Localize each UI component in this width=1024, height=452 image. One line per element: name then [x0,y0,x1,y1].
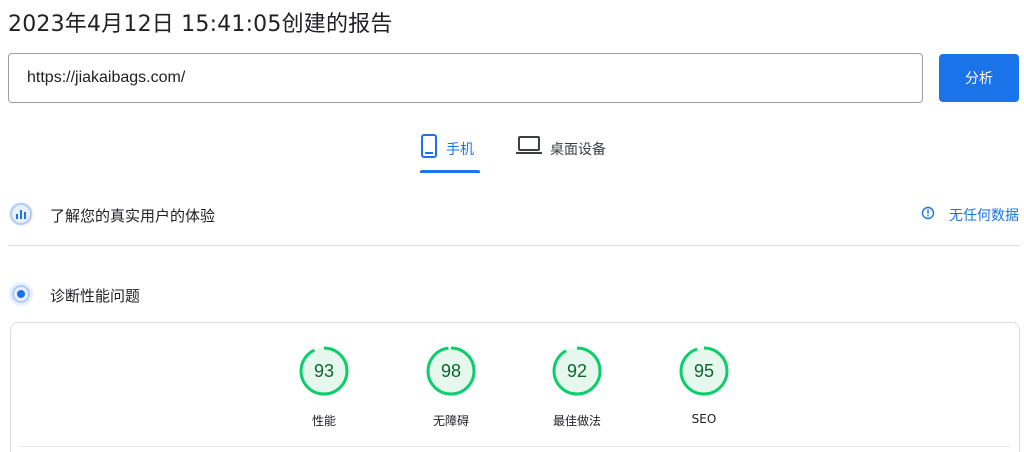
tab-desktop-label: 桌面设备 [550,142,606,158]
scores-card [10,322,1020,452]
tab-desktop[interactable]: 桌面设备 [516,130,616,174]
field-data-icon [8,201,34,227]
no-data-text: 无任何数据 [949,208,1019,224]
gauge-best-practices[interactable]: 92 最佳做法 [532,346,622,436]
info-icon [921,206,935,224]
label-performance: 性能 [311,414,336,428]
analyze-button[interactable]: 分析 [939,54,1019,102]
field-data-section[interactable]: 了解您的真实用户的体验 无任何数据 [0,195,1024,235]
score-seo: 95 [693,361,715,381]
url-input[interactable] [8,53,923,103]
label-seo: SEO [691,412,717,426]
score-best-practices: 92 [566,361,588,381]
device-tabs: 手机 桌面设备 [0,130,1024,176]
lab-data-icon [8,281,34,307]
smartphone-icon [420,134,438,162]
tab-mobile[interactable]: 手机 [420,130,482,174]
card-divider [18,446,1010,447]
score-accessibility: 98 [440,361,462,381]
gauge-performance[interactable]: 93 性能 [279,346,369,436]
gauge-seo[interactable]: 95 SEO [659,346,749,436]
score-performance: 93 [313,361,335,381]
laptop-icon [516,134,542,160]
active-tab-indicator [420,170,480,173]
report-title: 2023年4月12日 15:41:05创建的报告 [8,12,393,37]
section-divider [8,245,1020,246]
diagnostics-section[interactable]: 诊断性能问题 [0,275,1024,315]
tab-mobile-label: 手机 [446,142,474,158]
field-data-label: 了解您的真实用户的体验 [50,207,216,225]
label-best-practices: 最佳做法 [552,414,601,428]
diagnostics-label: 诊断性能问题 [50,287,141,305]
gauge-accessibility[interactable]: 98 无障碍 [406,346,496,436]
no-data-link[interactable]: 无任何数据 [921,205,1019,225]
label-accessibility: 无障碍 [432,414,469,428]
